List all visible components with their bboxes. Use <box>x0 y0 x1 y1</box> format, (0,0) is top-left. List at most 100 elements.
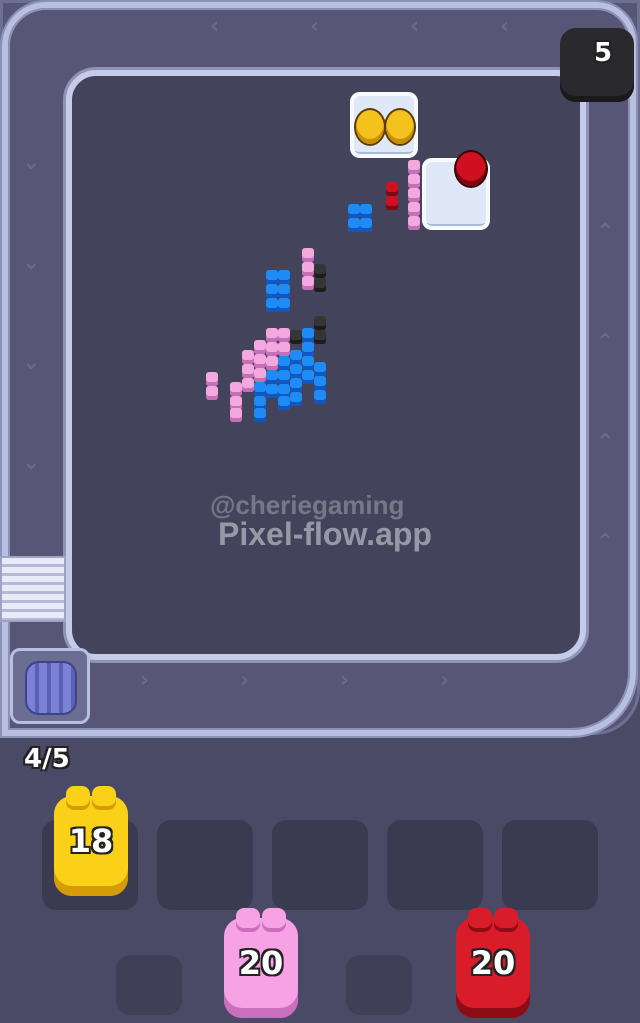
ice-block-balloon <box>422 152 490 230</box>
shooter-count: 20 <box>238 944 284 982</box>
pixel <box>278 270 290 284</box>
shooter-red[interactable]: 20 <box>456 908 530 1018</box>
chevron-right-icon: › <box>140 668 150 693</box>
pixel <box>254 382 266 396</box>
shooter-count: 18 <box>68 822 114 860</box>
watermark-site: Pixel-flow.app <box>218 516 432 552</box>
pixel <box>278 328 290 342</box>
pixel <box>206 386 218 400</box>
pixel <box>408 188 420 202</box>
pixel <box>254 354 266 368</box>
pixel-board <box>66 70 586 660</box>
chevron-left-icon: ‹ <box>210 14 220 39</box>
pixel <box>266 356 278 370</box>
shooter-ear <box>92 786 116 810</box>
pixel <box>408 174 420 188</box>
pixel <box>278 370 290 384</box>
pixel <box>302 356 314 370</box>
pixel <box>266 370 278 384</box>
pixel <box>266 384 278 398</box>
shooter-count: 20 <box>470 944 516 982</box>
pixel <box>314 376 326 390</box>
pixel <box>242 364 254 378</box>
shooter-ear <box>262 908 286 932</box>
shooter-queue-spool[interactable] <box>10 648 90 724</box>
slot-2[interactable] <box>157 820 253 910</box>
pixel <box>302 262 314 276</box>
chevron-up-icon: ⌃ <box>596 220 615 245</box>
pixel <box>266 342 278 356</box>
capacity-badge: 5 <box>560 28 634 102</box>
pixel <box>408 216 420 230</box>
pixel <box>386 196 398 210</box>
chevron-down-icon: ⌄ <box>22 150 41 175</box>
queue-slot <box>346 955 412 1015</box>
conveyor-counter: 4/5 <box>24 744 70 774</box>
pixel <box>360 204 372 218</box>
pixel <box>348 204 360 218</box>
shooter-ear <box>236 908 260 932</box>
golden-egg-icon <box>356 110 384 144</box>
shooter-yellow[interactable]: 18 <box>54 786 128 896</box>
pixel <box>278 356 290 370</box>
pixel <box>230 408 242 422</box>
pixel <box>314 330 326 344</box>
chevron-down-icon: ⌄ <box>22 350 41 375</box>
pixel <box>360 218 372 232</box>
chevron-right-icon: › <box>440 668 450 693</box>
pixel <box>254 408 266 422</box>
chevron-left-icon: ‹ <box>410 14 420 39</box>
pixel <box>408 160 420 174</box>
track-ramp <box>0 556 66 622</box>
slot-4[interactable] <box>387 820 483 910</box>
pixel <box>242 350 254 364</box>
pixel <box>314 390 326 404</box>
pixel <box>266 298 278 312</box>
slot-5[interactable] <box>502 820 598 910</box>
pixel <box>290 350 302 364</box>
chevron-right-icon: › <box>240 668 250 693</box>
shooter-ear <box>494 908 518 932</box>
pixel <box>348 218 360 232</box>
pixel <box>302 342 314 356</box>
pixel <box>266 270 278 284</box>
pixel <box>314 278 326 292</box>
pixel <box>278 284 290 298</box>
chevron-down-icon: ⌄ <box>22 450 41 475</box>
shooter-pink[interactable]: 20 <box>224 908 298 1018</box>
pixel <box>314 316 326 330</box>
pixel <box>278 298 290 312</box>
chevron-up-icon: ⌃ <box>596 330 615 355</box>
pixel <box>242 378 254 392</box>
chevron-down-icon: ⌄ <box>22 250 41 275</box>
pixel <box>266 328 278 342</box>
pixel <box>254 368 266 382</box>
slot-3[interactable] <box>272 820 368 910</box>
pixel <box>408 202 420 216</box>
shooter-ear <box>468 908 492 932</box>
pixel <box>302 276 314 290</box>
pixel <box>254 340 266 354</box>
queue-slot <box>116 955 182 1015</box>
ice-block-eggs <box>350 92 418 158</box>
pixel <box>302 328 314 342</box>
pixel <box>314 264 326 278</box>
pixel <box>206 372 218 386</box>
chevron-up-icon: ⌃ <box>596 530 615 555</box>
pixel <box>230 382 242 396</box>
pixel <box>278 396 290 410</box>
pixel <box>302 248 314 262</box>
spool-icon <box>25 661 77 715</box>
capacity-value: 5 <box>594 38 613 68</box>
pixel <box>266 284 278 298</box>
pixel <box>314 362 326 376</box>
pixel <box>386 182 398 196</box>
chevron-left-icon: ‹ <box>310 14 320 39</box>
shooter-ear <box>66 786 90 810</box>
pixel <box>278 342 290 356</box>
pixel <box>290 364 302 378</box>
pixel <box>290 392 302 406</box>
pixel <box>302 370 314 384</box>
pixel <box>290 378 302 392</box>
pixel <box>290 330 302 344</box>
